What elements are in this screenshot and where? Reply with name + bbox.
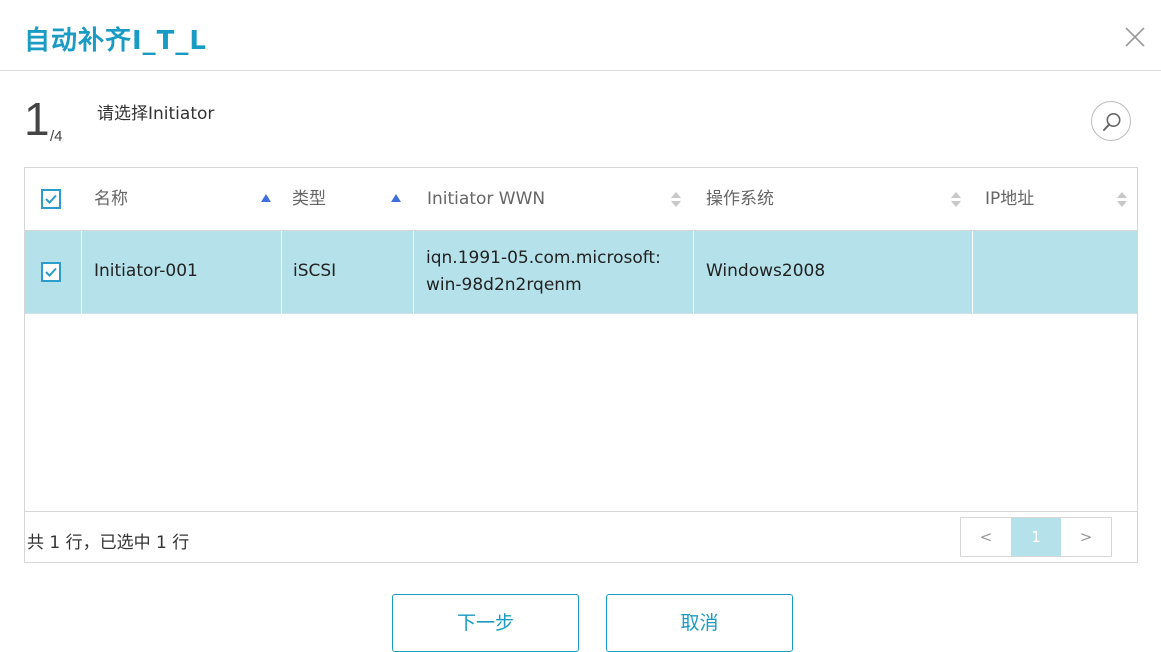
cell-type: iSCSI (293, 261, 337, 281)
cell-wwn-line1: iqn.1991-05.com.microsoft: (426, 248, 661, 268)
column-header-ip[interactable]: IP地址 (985, 168, 1034, 230)
sort-asc-icon[interactable] (261, 194, 271, 202)
search-icon (1103, 113, 1121, 131)
step-label: 请选择Initiator (97, 104, 215, 124)
pagination: < 1 > (960, 517, 1112, 557)
cell-name: Initiator-001 (94, 261, 198, 281)
column-header-type[interactable]: 类型 (292, 168, 326, 230)
column-header-wwn[interactable]: Initiator WWN (427, 168, 545, 230)
row-checkbox[interactable] (41, 262, 61, 282)
table-row[interactable]: Initiator-001 iSCSI iqn.1991-05.com.micr… (25, 231, 1137, 314)
dialog-title: 自动补齐I_T_L (24, 26, 207, 56)
search-button[interactable] (1091, 101, 1131, 141)
sort-both-icon[interactable] (951, 192, 961, 208)
sort-both-icon[interactable] (1117, 192, 1127, 208)
column-divider (281, 231, 282, 314)
column-divider (81, 231, 82, 314)
select-all-checkbox[interactable] (41, 189, 61, 209)
column-divider (413, 231, 414, 314)
next-page-button[interactable]: > (1061, 518, 1111, 556)
sort-both-icon[interactable] (671, 192, 681, 208)
cancel-button[interactable]: 取消 (606, 594, 793, 652)
column-header-os[interactable]: 操作系统 (706, 168, 774, 230)
table-header: 名称 类型 Initiator WWN 操作系统 IP地址 (25, 168, 1137, 231)
close-icon[interactable] (1120, 22, 1150, 52)
dialog-header: 自动补齐I_T_L (0, 0, 1161, 71)
row-count: 共 1 行，已选中 1 行 (27, 533, 190, 553)
column-divider (693, 231, 694, 314)
next-step-button[interactable]: 下一步 (392, 594, 579, 652)
page-1-button[interactable]: 1 (1011, 518, 1061, 556)
check-icon (45, 194, 57, 204)
column-divider (972, 231, 973, 314)
check-icon (45, 267, 57, 277)
prev-page-button[interactable]: < (961, 518, 1011, 556)
step-number: 1 (24, 93, 50, 145)
initiator-table: 名称 类型 Initiator WWN 操作系统 IP地址 Initiator-… (24, 167, 1138, 563)
sort-asc-icon[interactable] (391, 194, 401, 202)
step-total: /4 (50, 128, 63, 145)
column-header-name[interactable]: 名称 (94, 168, 128, 230)
cell-os: Windows2008 (706, 261, 826, 281)
cell-wwn-line2: win-98d2n2rqenm (426, 275, 582, 295)
table-footer: 共 1 行，已选中 1 行 < 1 > (25, 511, 1137, 562)
